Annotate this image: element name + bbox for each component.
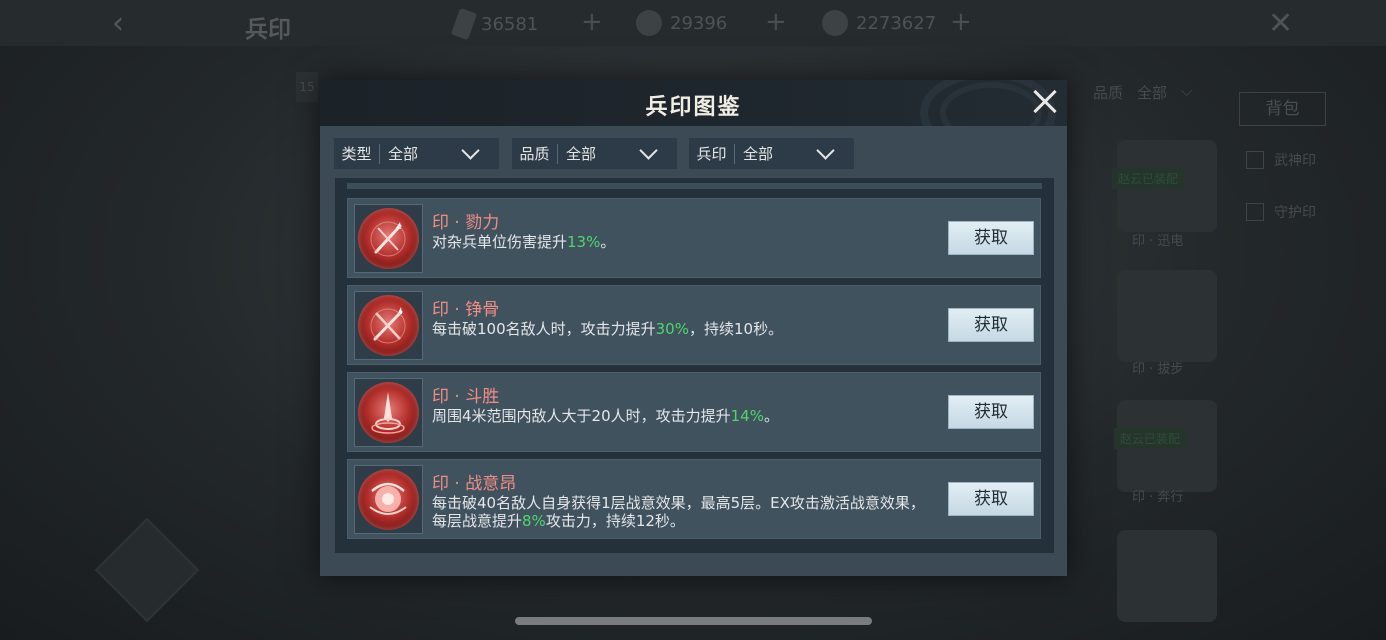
add-ingot-button[interactable]: +	[765, 7, 787, 37]
filter-label: 兵印	[696, 145, 727, 163]
dialog-title: 兵印图鉴	[645, 94, 742, 120]
chevron-down-icon	[639, 141, 658, 160]
filter-value: 全部	[388, 145, 419, 163]
type-filter[interactable]: 类型 全部	[334, 138, 499, 169]
filter-label: 品质	[519, 145, 550, 163]
card-caption: 印 · 迅电	[1132, 234, 1184, 249]
checkbox-label: 武神印	[1274, 153, 1316, 169]
seal-codex-dialog: 兵印图鉴 类型 全部 品质 全部 兵印 全部 印 · 勠力 对杂兵单位伤害提升1…	[320, 80, 1067, 576]
seal-filter[interactable]: 兵印 全部	[689, 138, 854, 169]
resource-ticket: 36581	[450, 7, 539, 41]
checkbox-label: 守护印	[1274, 205, 1316, 221]
resource-coin: 2273627	[822, 10, 936, 36]
obtain-button[interactable]: 获取	[948, 221, 1034, 255]
bg-filter-value: 全部	[1137, 84, 1168, 102]
chevron-down-icon: ⌵	[1181, 82, 1193, 100]
highlight-value: 30%	[655, 320, 689, 338]
filter-label: 类型	[341, 145, 372, 163]
obtain-button[interactable]: 获取	[948, 482, 1034, 516]
seal-icon-frame	[354, 291, 423, 360]
list-item: 印 · 斗胜 周围4米范围内敌人大于20人时，攻击力提升14%。 获取	[347, 372, 1041, 452]
bag-button[interactable]: 背包	[1239, 92, 1326, 126]
seal-name: 印 · 铮骨	[432, 300, 500, 320]
seal-list[interactable]: 印 · 勠力 对杂兵单位伤害提升13%。 获取 印 · 铮骨 每击破100名敌人…	[335, 178, 1054, 553]
checkbox-shouhu[interactable]: 守护印	[1246, 202, 1316, 222]
list-item-partial	[347, 183, 1042, 189]
equipped-tag: 赵云已装配	[1112, 168, 1185, 189]
resource-ingot: 29396	[636, 10, 727, 36]
checkbox-box	[1246, 203, 1264, 221]
coin-icon	[822, 10, 848, 36]
resource-value: 29396	[670, 12, 728, 34]
list-item: 印 · 铮骨 每击破100名敌人时，攻击力提升30%，持续10秒。 获取	[347, 285, 1041, 365]
fist-aura-icon	[358, 469, 419, 530]
seal-description: 每击破40名敌人自身获得1层战意效果，最高5层。EX攻击激活战意效果，每层战意提…	[432, 494, 925, 530]
card-caption: 印 · 拔步	[1132, 362, 1184, 377]
ticket-icon	[450, 7, 478, 41]
seal-icon-frame	[354, 378, 423, 447]
highlight-value: 14%	[730, 407, 764, 425]
chevron-down-icon	[461, 141, 480, 160]
bg-quality-filter[interactable]: 品质 全部 ⌵	[1093, 82, 1192, 103]
resource-value: 36581	[481, 13, 539, 35]
page-title: 兵印	[245, 16, 291, 43]
quality-filter[interactable]: 品质 全部	[512, 138, 677, 169]
seal-icon-frame	[354, 465, 423, 534]
checkbox-box	[1246, 151, 1264, 169]
seal-emblem-icon	[94, 517, 200, 623]
obtain-button[interactable]: 获取	[948, 308, 1034, 342]
seal-name: 印 · 战意昂	[432, 474, 517, 494]
level-badge: 15	[296, 72, 318, 102]
list-item: 印 · 战意昂 每击破40名敌人自身获得1层战意效果，最高5层。EX攻击激活战意…	[347, 459, 1041, 539]
seal-name: 印 · 斗胜	[432, 387, 500, 407]
seal-description: 对杂兵单位伤害提升13%。	[432, 233, 616, 251]
seal-description: 每击破100名敌人时，攻击力提升30%，持续10秒。	[432, 320, 784, 338]
list-item: 印 · 勠力 对杂兵单位伤害提升13%。 获取	[347, 198, 1041, 278]
home-indicator[interactable]	[515, 617, 872, 625]
obtain-button[interactable]: 获取	[948, 395, 1034, 429]
chevron-down-icon	[816, 141, 835, 160]
checkbox-wushen[interactable]: 武神印	[1246, 150, 1316, 170]
highlight-value: 13%	[567, 233, 601, 251]
add-ticket-button[interactable]: +	[581, 7, 603, 37]
dialog-header: 兵印图鉴	[320, 80, 1067, 126]
blade-icon	[358, 382, 419, 443]
add-coin-button[interactable]: +	[950, 7, 972, 37]
crossed-swords-icon	[358, 208, 419, 269]
seal-description: 周围4米范围内敌人大于20人时，攻击力提升14%。	[432, 407, 779, 425]
seal-card[interactable]	[1117, 530, 1217, 622]
back-arrow-icon[interactable]: ‹	[112, 6, 124, 41]
close-icon[interactable]	[1028, 85, 1062, 119]
seal-name: 印 · 勠力	[432, 213, 500, 233]
ingot-icon	[636, 10, 662, 36]
crossed-swords-icon	[358, 295, 419, 356]
seal-card[interactable]	[1117, 270, 1217, 362]
filter-value: 全部	[743, 145, 774, 163]
resource-value: 2273627	[856, 12, 937, 34]
highlight-value: 8%	[522, 512, 546, 530]
page-close-icon[interactable]: ✕	[1268, 6, 1293, 41]
equipped-tag: 赵云已装配	[1114, 428, 1187, 449]
seal-icon-frame	[354, 204, 423, 273]
bg-filter-label: 品质	[1093, 84, 1124, 102]
filter-value: 全部	[566, 145, 597, 163]
card-caption: 印 · 奔行	[1132, 490, 1184, 505]
